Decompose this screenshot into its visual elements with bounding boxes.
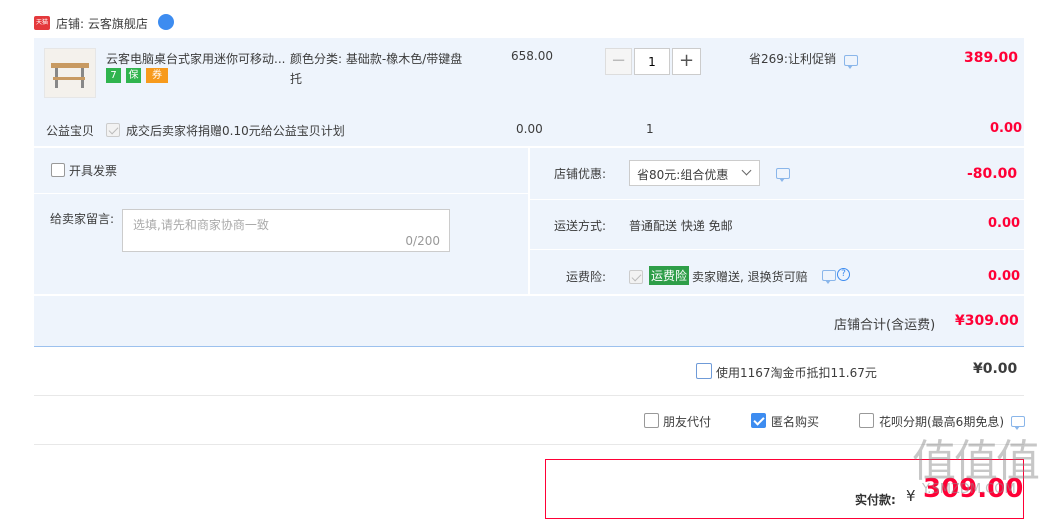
smzdm-watermark-site: Y.SMZDM.COM <box>922 482 1016 497</box>
discount-label: 店铺优惠: <box>554 167 607 181</box>
huabei-checkbox[interactable] <box>859 413 874 428</box>
charity-qty: 1 <box>646 122 654 136</box>
pay-currency: ¥ <box>906 487 916 505</box>
insurance-checkbox[interactable] <box>629 270 643 284</box>
right-panel-divider-2 <box>530 249 1024 250</box>
coins-amount: ¥0.00 <box>973 361 1018 377</box>
divider-1 <box>34 395 1024 396</box>
coins-label[interactable]: 使用1167淘金币抵扣11.67元 <box>716 364 877 381</box>
coins-checkbox[interactable] <box>696 363 712 379</box>
left-panel-divider <box>34 193 528 194</box>
insurance-badge: 运费险 <box>649 266 690 285</box>
charity-price: 0.00 <box>516 122 543 136</box>
right-panel-divider-1 <box>530 199 1024 200</box>
quantity-input[interactable] <box>634 48 670 75</box>
message-label: 给卖家留言: <box>50 212 115 226</box>
invoice-label[interactable]: 开具发票 <box>69 162 117 179</box>
seven-day-return-icon: 7 <box>106 68 121 83</box>
insurance-amount: 0.00 <box>988 269 1021 284</box>
friend-pay-label[interactable]: 朋友代付 <box>663 413 711 430</box>
shop-total-label: 店铺合计(含运费) <box>834 318 936 333</box>
coupon-icon: 券 <box>146 68 168 83</box>
item-thumbnail[interactable] <box>44 48 96 98</box>
shipping-label: 运送方式: <box>554 219 607 233</box>
discount-amount: -80.00 <box>967 166 1018 182</box>
item-unit-price: 658.00 <box>511 49 553 63</box>
insurance-message-icon[interactable] <box>822 270 836 284</box>
discount-message-icon[interactable] <box>776 168 790 182</box>
friend-pay-checkbox[interactable] <box>644 413 659 428</box>
message-char-count: 0/200 <box>405 234 440 248</box>
shop-total-amount: ¥309.00 <box>955 313 1019 329</box>
smzdm-watermark: 值值值 <box>912 436 1040 487</box>
invoice-checkbox[interactable] <box>51 163 65 177</box>
item-sku-line1: 颜色分类: 基础款-橡木色/带键盘 <box>290 52 463 66</box>
qty-decrease-button[interactable]: − <box>605 48 632 75</box>
discount-selected-value: 省80元:组合优惠 <box>637 168 729 182</box>
promo-message-icon[interactable] <box>844 55 858 69</box>
charity-desc: 成交后卖家将捐赠0.10元给公益宝贝计划 <box>126 124 345 138</box>
item-title-link[interactable]: 云客电脑桌台式家用迷你可移动... <box>106 50 285 67</box>
divider-2 <box>34 444 1024 445</box>
wangwang-chat-icon[interactable] <box>158 14 174 30</box>
chevron-down-icon <box>741 165 752 176</box>
shipping-amount: 0.00 <box>988 216 1021 231</box>
charity-label: 公益宝贝 <box>46 124 95 138</box>
charity-checkbox[interactable] <box>106 123 120 137</box>
anonymous-checkbox[interactable] <box>751 413 766 428</box>
help-question-icon[interactable]: ? <box>837 268 850 281</box>
insurance-desc: 卖家赠送, 退换货可赔 <box>692 270 808 284</box>
shop-name-link[interactable]: 店铺: 云客旗舰店 <box>56 15 148 32</box>
tmall-badge: 天猫 <box>34 16 50 30</box>
message-textarea[interactable]: 选填,请先和商家协商一致 0/200 <box>122 209 450 252</box>
message-placeholder: 选填,请先和商家协商一致 <box>133 218 269 232</box>
item-subtotal: 389.00 <box>964 50 1019 66</box>
shipping-value: 普通配送 快递 免邮 <box>629 219 733 233</box>
qty-increase-button[interactable]: + <box>672 48 701 75</box>
guarantee-icon: 保 <box>126 68 141 83</box>
discount-select[interactable]: 省80元:组合优惠 <box>629 160 760 186</box>
insurance-label: 运费险: <box>566 270 607 284</box>
anonymous-label[interactable]: 匿名购买 <box>771 413 819 430</box>
pay-label: 实付款: <box>855 493 896 507</box>
charity-subtotal: 0.00 <box>990 121 1023 136</box>
item-promo-text: 省269:让利促销 <box>749 52 836 66</box>
item-sku-line2: 托 <box>290 72 303 86</box>
